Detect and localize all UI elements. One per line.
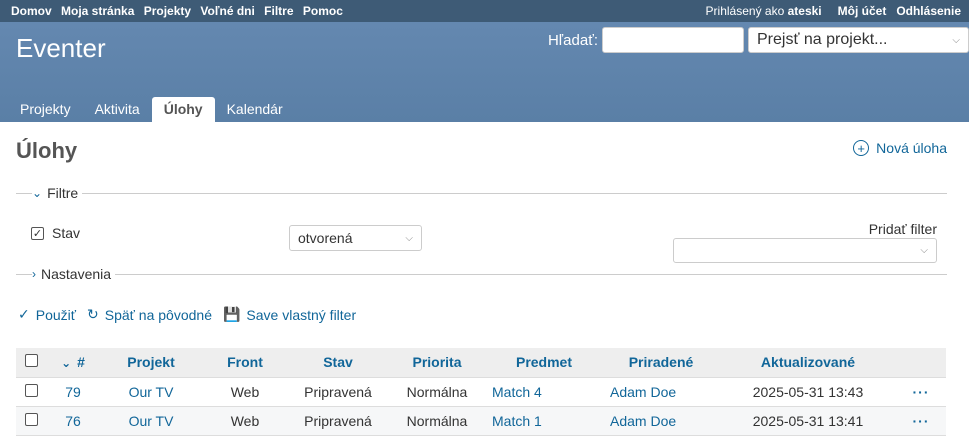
logged-as: Prihlásený ako ateski (706, 4, 822, 18)
top-menu-home[interactable]: Domov (11, 4, 52, 18)
check-icon: ✓ (18, 306, 30, 322)
app-title: Eventer (16, 33, 106, 63)
issue-updated: 2025-05-31 13:41 (720, 406, 896, 436)
col-assignee[interactable]: Priradené (602, 348, 720, 378)
logged-user[interactable]: ateski (788, 4, 822, 18)
search-input[interactable] (602, 27, 744, 53)
header: Eventer Hľadať: Prejsť na projekt... ⌵ P… (0, 22, 969, 122)
project-jump-select[interactable]: Prejsť na projekt... ⌵ (748, 27, 969, 53)
chevron-down-icon: ⌵ (952, 34, 960, 46)
top-menu: Domov Moja stránka Projekty Voľné dni Fi… (0, 0, 969, 22)
status-operator-value: otvorená (298, 230, 353, 246)
chevron-down-icon: ⌄ (32, 186, 43, 200)
top-menu-left: Domov Moja stránka Projekty Voľné dni Fi… (11, 4, 349, 18)
top-menu-help[interactable]: Pomoc (303, 4, 343, 18)
my-account-link[interactable]: Môj účet (838, 4, 887, 18)
sort-chevron-icon: ⌄ (61, 356, 72, 371)
tab-calendar[interactable]: Kalendár (215, 97, 295, 122)
new-issue-link[interactable]: + Nová úloha (853, 140, 947, 156)
top-menu-my-page[interactable]: Moja stránka (61, 4, 134, 18)
issue-status: Pripravená (288, 406, 388, 436)
issue-subject-link[interactable]: Match 1 (486, 406, 602, 436)
status-filter-label: Stav (52, 225, 81, 241)
table-row: 76 Our TV Web Pripravená Normálna Match … (16, 406, 946, 436)
options-legend-label: Nastavenia (41, 266, 112, 282)
top-menu-holidays[interactable]: Voľné dni (200, 4, 254, 18)
quick-search: Hľadať: Prejsť na projekt... ⌵ (548, 27, 969, 53)
reset-button[interactable]: ↻ Späť na pôvodné (87, 306, 212, 323)
logged-as-prefix: Prihlásený ako (705, 4, 785, 18)
chevron-down-icon: ⌵ (405, 232, 413, 244)
issue-priority: Normálna (388, 377, 486, 407)
col-actions (896, 348, 946, 378)
logout-link[interactable]: Odhlásenie (896, 4, 961, 18)
account-menu: Prihlásený ako ateski Môj účet Odhláseni… (706, 4, 961, 18)
select-all-checkbox[interactable] (24, 354, 38, 368)
filters-legend-label: Filtre (47, 185, 79, 201)
options-legend[interactable]: › Nastavenia (32, 266, 115, 282)
plus-circle-icon: + (853, 140, 870, 156)
row-checkbox-cell (16, 377, 46, 407)
top-menu-projects[interactable]: Projekty (144, 4, 191, 18)
col-id[interactable]: ⌄ # (46, 348, 100, 378)
row-actions-icon[interactable]: ··· (896, 406, 946, 436)
issue-status: Pripravená (288, 377, 388, 407)
row-checkbox-cell (16, 406, 46, 436)
tab-projects[interactable]: Projekty (8, 97, 83, 122)
status-operator-select[interactable]: otvorená ⌵ (289, 225, 422, 251)
issue-id-link[interactable]: 76 (46, 406, 100, 436)
issue-tracker: Web (202, 377, 288, 407)
save-query-label: Save vlastný filter (246, 306, 357, 323)
issue-assignee-link[interactable]: Adam Doe (602, 406, 720, 436)
col-priority[interactable]: Priorita (388, 348, 486, 378)
apply-button[interactable]: ✓ Použiť (18, 306, 76, 323)
filters-legend[interactable]: ⌄ Filtre (32, 185, 82, 201)
status-filter-checkbox[interactable]: ✓ (31, 226, 44, 240)
filters-fieldset: ⌄ Filtre ✓ Stav otvorená ⌵ Pridať filter… (16, 185, 947, 265)
row-checkbox[interactable] (24, 412, 38, 426)
issue-subject-link[interactable]: Match 4 (486, 377, 602, 407)
table-row: 79 Our TV Web Pripravená Normálna Match … (16, 377, 946, 407)
issue-tracker: Web (202, 406, 288, 436)
chevron-right-icon: › (32, 267, 36, 281)
tab-issues[interactable]: Úlohy (151, 97, 215, 122)
tab-activity[interactable]: Aktivita (83, 97, 152, 122)
issue-project-link[interactable]: Our TV (100, 377, 202, 407)
issue-id-link[interactable]: 79 (46, 377, 100, 407)
col-project[interactable]: Projekt (100, 348, 202, 378)
issue-assignee-link[interactable]: Adam Doe (602, 377, 720, 407)
row-actions-icon[interactable]: ··· (896, 377, 946, 407)
main-menu: Projekty Aktivita Úlohy Kalendár (8, 97, 295, 122)
issue-priority: Normálna (388, 406, 486, 436)
col-updated[interactable]: Aktualizované (720, 348, 896, 378)
add-filter-select[interactable]: ⌵ (673, 238, 937, 263)
col-subject[interactable]: Predmet (486, 348, 602, 378)
project-jump-label: Prejsť na projekt... (757, 31, 888, 48)
chevron-down-icon: ⌵ (920, 245, 928, 256)
select-all-cell (16, 348, 46, 378)
apply-label: Použiť (35, 306, 77, 323)
add-filter-label: Pridať filter (868, 221, 937, 237)
save-icon: 💾 (222, 306, 241, 322)
filter-status: ✓ Stav (31, 225, 80, 241)
col-tracker[interactable]: Front (202, 348, 288, 378)
save-query-button[interactable]: 💾 Save vlastný filter (223, 306, 356, 323)
issues-table: ⌄ # Projekt Front Stav Priorita Predmet P… (16, 348, 946, 436)
options-fieldset: › Nastavenia (16, 266, 947, 282)
issue-updated: 2025-05-31 13:43 (720, 377, 896, 407)
reload-icon: ↻ (87, 306, 99, 322)
issue-project-link[interactable]: Our TV (100, 406, 202, 436)
page-title: Úlohy (16, 138, 78, 163)
row-checkbox[interactable] (24, 383, 38, 397)
reset-label: Späť na pôvodné (104, 306, 212, 323)
top-menu-filters[interactable]: Filtre (264, 4, 293, 18)
search-label: Hľadať: (547, 31, 598, 49)
col-status[interactable]: Stav (288, 348, 388, 378)
new-issue-label: Nová úloha (876, 140, 947, 156)
table-header-row: ⌄ # Projekt Front Stav Priorita Predmet P… (16, 348, 946, 378)
query-buttons: ✓ Použiť ↻ Späť na pôvodné 💾 Save vlastn… (18, 306, 367, 323)
col-id-label: # (77, 354, 85, 371)
